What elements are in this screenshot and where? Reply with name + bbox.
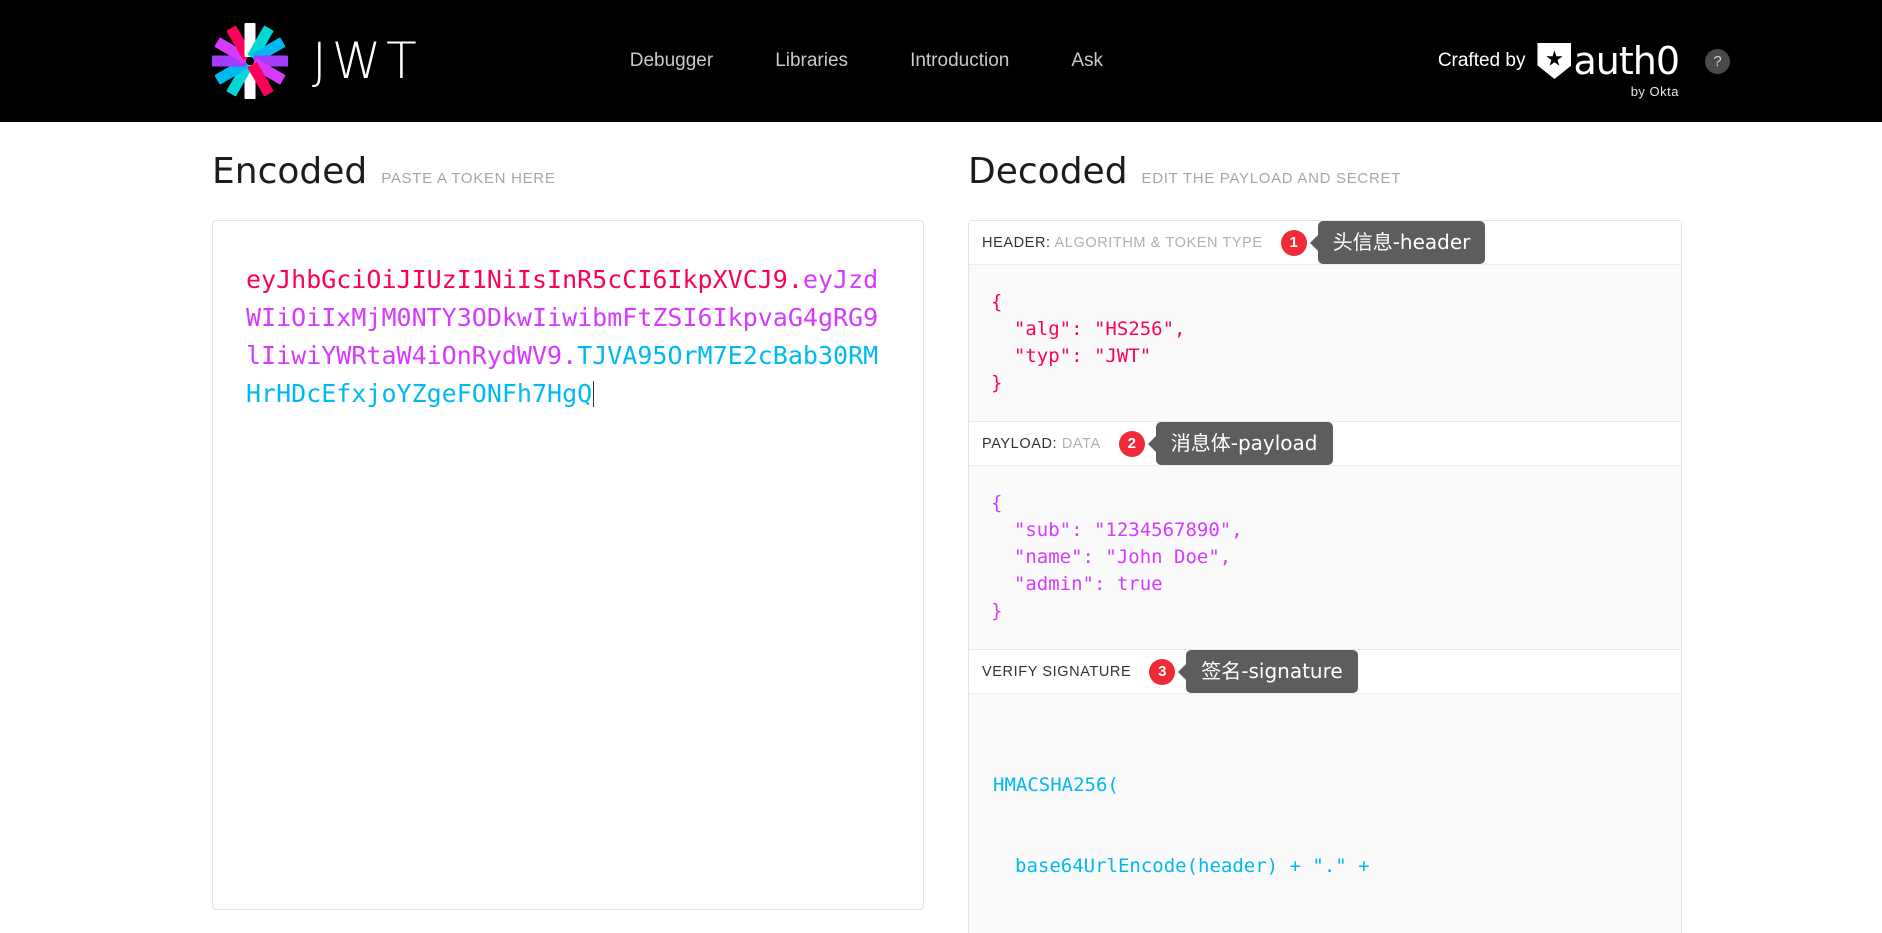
token-separator-2: .: [562, 341, 578, 370]
auth0-logo[interactable]: auth0 by Okta: [1537, 39, 1680, 99]
decoded-heading: Decoded EDIT THE PAYLOAD AND SECRET: [968, 151, 1882, 192]
nav-item-introduction[interactable]: Introduction: [910, 50, 1009, 72]
decoded-title: Decoded: [968, 151, 1128, 192]
hmac-open-line: HMACSHA256(: [993, 774, 1119, 796]
step-badge-2: 2: [1118, 430, 1145, 457]
nav-item-debugger[interactable]: Debugger: [630, 50, 713, 72]
payload-section-label: PAYLOAD: DATA: [982, 435, 1101, 452]
encoded-token-panel[interactable]: eyJhbGciOiJIUzI1NiIsInR5cCI6IkpXVCJ9.eyJ…: [212, 220, 924, 910]
decoded-column: Decoded EDIT THE PAYLOAD AND SECRET HEAD…: [968, 122, 1882, 933]
page-content: Encoded PASTE A TOKEN HERE eyJhbGciOiJIU…: [0, 122, 1882, 933]
signature-formula-area[interactable]: HMACSHA256( base64UrlEncode(header) + ".…: [969, 694, 1681, 933]
top-navigation-bar: JWT Debugger Libraries Introduction Ask …: [0, 0, 1882, 122]
text-cursor: [593, 381, 595, 407]
decoded-signature-section: VERIFY SIGNATURE 3 签名-signature HMACSHA2…: [969, 650, 1681, 933]
step-badge-1: 1: [1280, 229, 1307, 256]
encoded-token-text[interactable]: eyJhbGciOiJIUzI1NiIsInR5cCI6IkpXVCJ9.eyJ…: [246, 261, 891, 413]
auth0-shield-icon: [1537, 43, 1572, 79]
encoded-subtitle: PASTE A TOKEN HERE: [381, 170, 556, 187]
crafted-by-auth0[interactable]: Crafted by auth0 by Okta ?: [1437, 39, 1730, 99]
jwt-starburst-icon: [212, 23, 288, 99]
auth0-wordmark: auth0: [1573, 39, 1680, 83]
encoded-column: Encoded PASTE A TOKEN HERE eyJhbGciOiJIU…: [0, 122, 968, 933]
brand-logo[interactable]: JWT: [212, 23, 422, 99]
annotation-callout-header: 头信息-header: [1317, 221, 1486, 264]
main-nav: Debugger Libraries Introduction Ask: [630, 50, 1103, 72]
signature-section-bar: VERIFY SIGNATURE 3 签名-signature: [969, 650, 1681, 694]
payload-section-bar: PAYLOAD: DATA 2 消息体-payload: [969, 422, 1681, 466]
payload-json-editor[interactable]: { "sub": "1234567890", "name": "John Doe…: [969, 466, 1681, 649]
crafted-by-label: Crafted by: [1437, 50, 1526, 71]
annotation-callout-signature: 签名-signature: [1186, 650, 1358, 693]
signature-section-label: VERIFY SIGNATURE: [982, 663, 1132, 680]
by-okta-label: by Okta: [1630, 84, 1679, 99]
decoded-payload-section: PAYLOAD: DATA 2 消息体-payload { "sub": "12…: [969, 422, 1681, 650]
nav-item-ask[interactable]: Ask: [1071, 50, 1103, 72]
decoded-subtitle: EDIT THE PAYLOAD AND SECRET: [1141, 170, 1402, 187]
token-header-segment: eyJhbGciOiJIUzI1NiIsInR5cCI6IkpXVCJ9: [246, 265, 788, 294]
jwt-wordmark: JWT: [312, 32, 422, 90]
step-badge-3: 3: [1149, 658, 1176, 685]
header-section-label: HEADER: ALGORITHM & TOKEN TYPE: [982, 234, 1263, 251]
help-icon[interactable]: ?: [1705, 48, 1730, 74]
header-section-bar: HEADER: ALGORITHM & TOKEN TYPE 1 头信息-hea…: [969, 221, 1681, 265]
decoded-header-section: HEADER: ALGORITHM & TOKEN TYPE 1 头信息-hea…: [969, 221, 1681, 422]
decoded-panel: HEADER: ALGORITHM & TOKEN TYPE 1 头信息-hea…: [968, 220, 1682, 933]
nav-item-libraries[interactable]: Libraries: [775, 50, 848, 72]
header-json-editor[interactable]: { "alg": "HS256", "typ": "JWT" }: [969, 265, 1681, 421]
annotation-callout-payload: 消息体-payload: [1155, 422, 1333, 465]
token-separator-1: .: [787, 265, 803, 294]
base64-header-line: base64UrlEncode(header) + "." +: [1015, 855, 1370, 877]
encoded-heading: Encoded PASTE A TOKEN HERE: [212, 151, 968, 192]
encoded-title: Encoded: [212, 151, 368, 192]
